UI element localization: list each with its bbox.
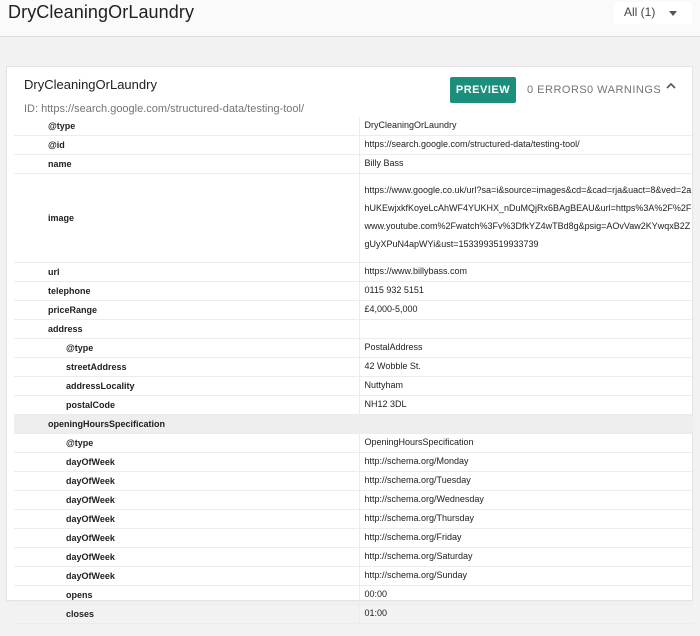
property-row: dayOfWeek http://schema.org/Monday [14,452,694,472]
property-name: priceRange [14,300,360,320]
property-name: dayOfWeek [14,509,360,529]
property-row: dayOfWeek http://schema.org/Saturday [14,547,694,567]
warnings-count[interactable]: 0 WARNINGS [587,84,661,96]
property-value: https://www.billybass.com [359,262,694,282]
property-name: streetAddress [14,357,360,377]
property-value: http://schema.org/Thursday [359,509,694,529]
property-row: dayOfWeek http://schema.org/Friday [14,528,694,548]
property-name: @type [14,338,360,358]
property-row: @type PostalAddress [14,338,694,358]
property-value [359,414,694,434]
property-name: @type [14,117,360,136]
property-value: http://schema.org/Wednesday [359,490,694,510]
property-name: url [14,262,360,282]
property-row: @type DryCleaningOrLaundry [14,117,694,136]
property-row: dayOfWeek http://schema.org/Thursday [14,509,694,529]
top-bar: DryCleaningOrLaundry All (1) [0,0,700,37]
property-row: openingHoursSpecification [14,414,694,434]
preview-button[interactable]: PREVIEW [450,77,516,103]
property-name: image [14,173,360,263]
property-row: dayOfWeek http://schema.org/Sunday [14,566,694,586]
property-row: dayOfWeek http://schema.org/Wednesday [14,490,694,510]
property-value: 0115 932 5151 [359,281,694,301]
card-id: ID: https://search.google.com/structured… [24,103,305,115]
property-row: closes 01:00 [14,604,694,624]
property-row: opens 00:00 [14,585,694,605]
property-name: telephone [14,281,360,301]
property-value: DryCleaningOrLaundry [359,117,694,136]
card-title: DryCleaningOrLaundry [24,77,157,92]
property-name: openingHoursSpecification [14,414,360,434]
properties-table: @type DryCleaningOrLaundry @id https://sear… [14,117,694,624]
property-value: http://schema.org/Sunday [359,566,694,586]
property-name: name [14,154,360,174]
property-value: £4,000-5,000 [359,300,694,320]
property-value: http://schema.org/Saturday [359,547,694,567]
property-value: PostalAddress [359,338,694,358]
property-name: dayOfWeek [14,528,360,548]
property-value: OpeningHoursSpecification [359,433,694,453]
property-row: streetAddress 42 Wobble St. [14,357,694,377]
property-value: http://schema.org/Friday [359,528,694,548]
property-row: dayOfWeek http://schema.org/Tuesday [14,471,694,491]
property-row: image https://www.google.co.uk/url?sa=i&s… [14,173,694,263]
property-value: https://www.google.co.uk/url?sa=i&source… [359,173,694,263]
property-row: @type OpeningHoursSpecification [14,433,694,453]
property-value: http://schema.org/Tuesday [359,471,694,491]
property-value: http://schema.org/Monday [359,452,694,472]
property-name: dayOfWeek [14,490,360,510]
property-row: postalCode NH12 3DL [14,395,694,415]
caret-down-icon [669,11,677,16]
property-value: 00:00 [359,585,694,605]
result-filter-dropdown[interactable]: All (1) [614,2,692,24]
property-name: addressLocality [14,376,360,396]
property-row: addressLocality Nuttyham [14,376,694,396]
property-name: opens [14,585,360,605]
property-value: https://search.google.com/structured-dat… [359,135,694,155]
property-row: url https://www.billybass.com [14,262,694,282]
property-value [359,319,694,339]
property-value: Nuttyham [359,376,694,396]
page-title: DryCleaningOrLaundry [8,2,195,22]
property-row: address [14,319,694,339]
property-value: 01:00 [359,604,694,624]
property-name: dayOfWeek [14,547,360,567]
property-value: NH12 3DL [359,395,694,415]
property-row: priceRange £4,000-5,000 [14,300,694,320]
property-name: @type [14,433,360,453]
property-name: closes [14,604,360,624]
structured-data-card: DryCleaningOrLaundry ID: https://search.… [7,67,694,624]
errors-count[interactable]: 0 ERRORS [527,84,587,96]
property-name: postalCode [14,395,360,415]
property-name: dayOfWeek [14,452,360,472]
property-name: address [14,319,360,339]
property-name: @id [14,135,360,155]
property-name: dayOfWeek [14,471,360,491]
property-value: Billy Bass [359,154,694,174]
property-name: dayOfWeek [14,566,360,586]
property-row: @id https://search.google.com/structured-… [14,135,694,155]
filter-label: All (1) [624,5,656,19]
property-row: telephone 0115 932 5151 [14,281,694,301]
chevron-up-icon[interactable] [665,81,677,91]
property-value: 42 Wobble St. [359,357,694,377]
property-row: name Billy Bass [14,154,694,174]
